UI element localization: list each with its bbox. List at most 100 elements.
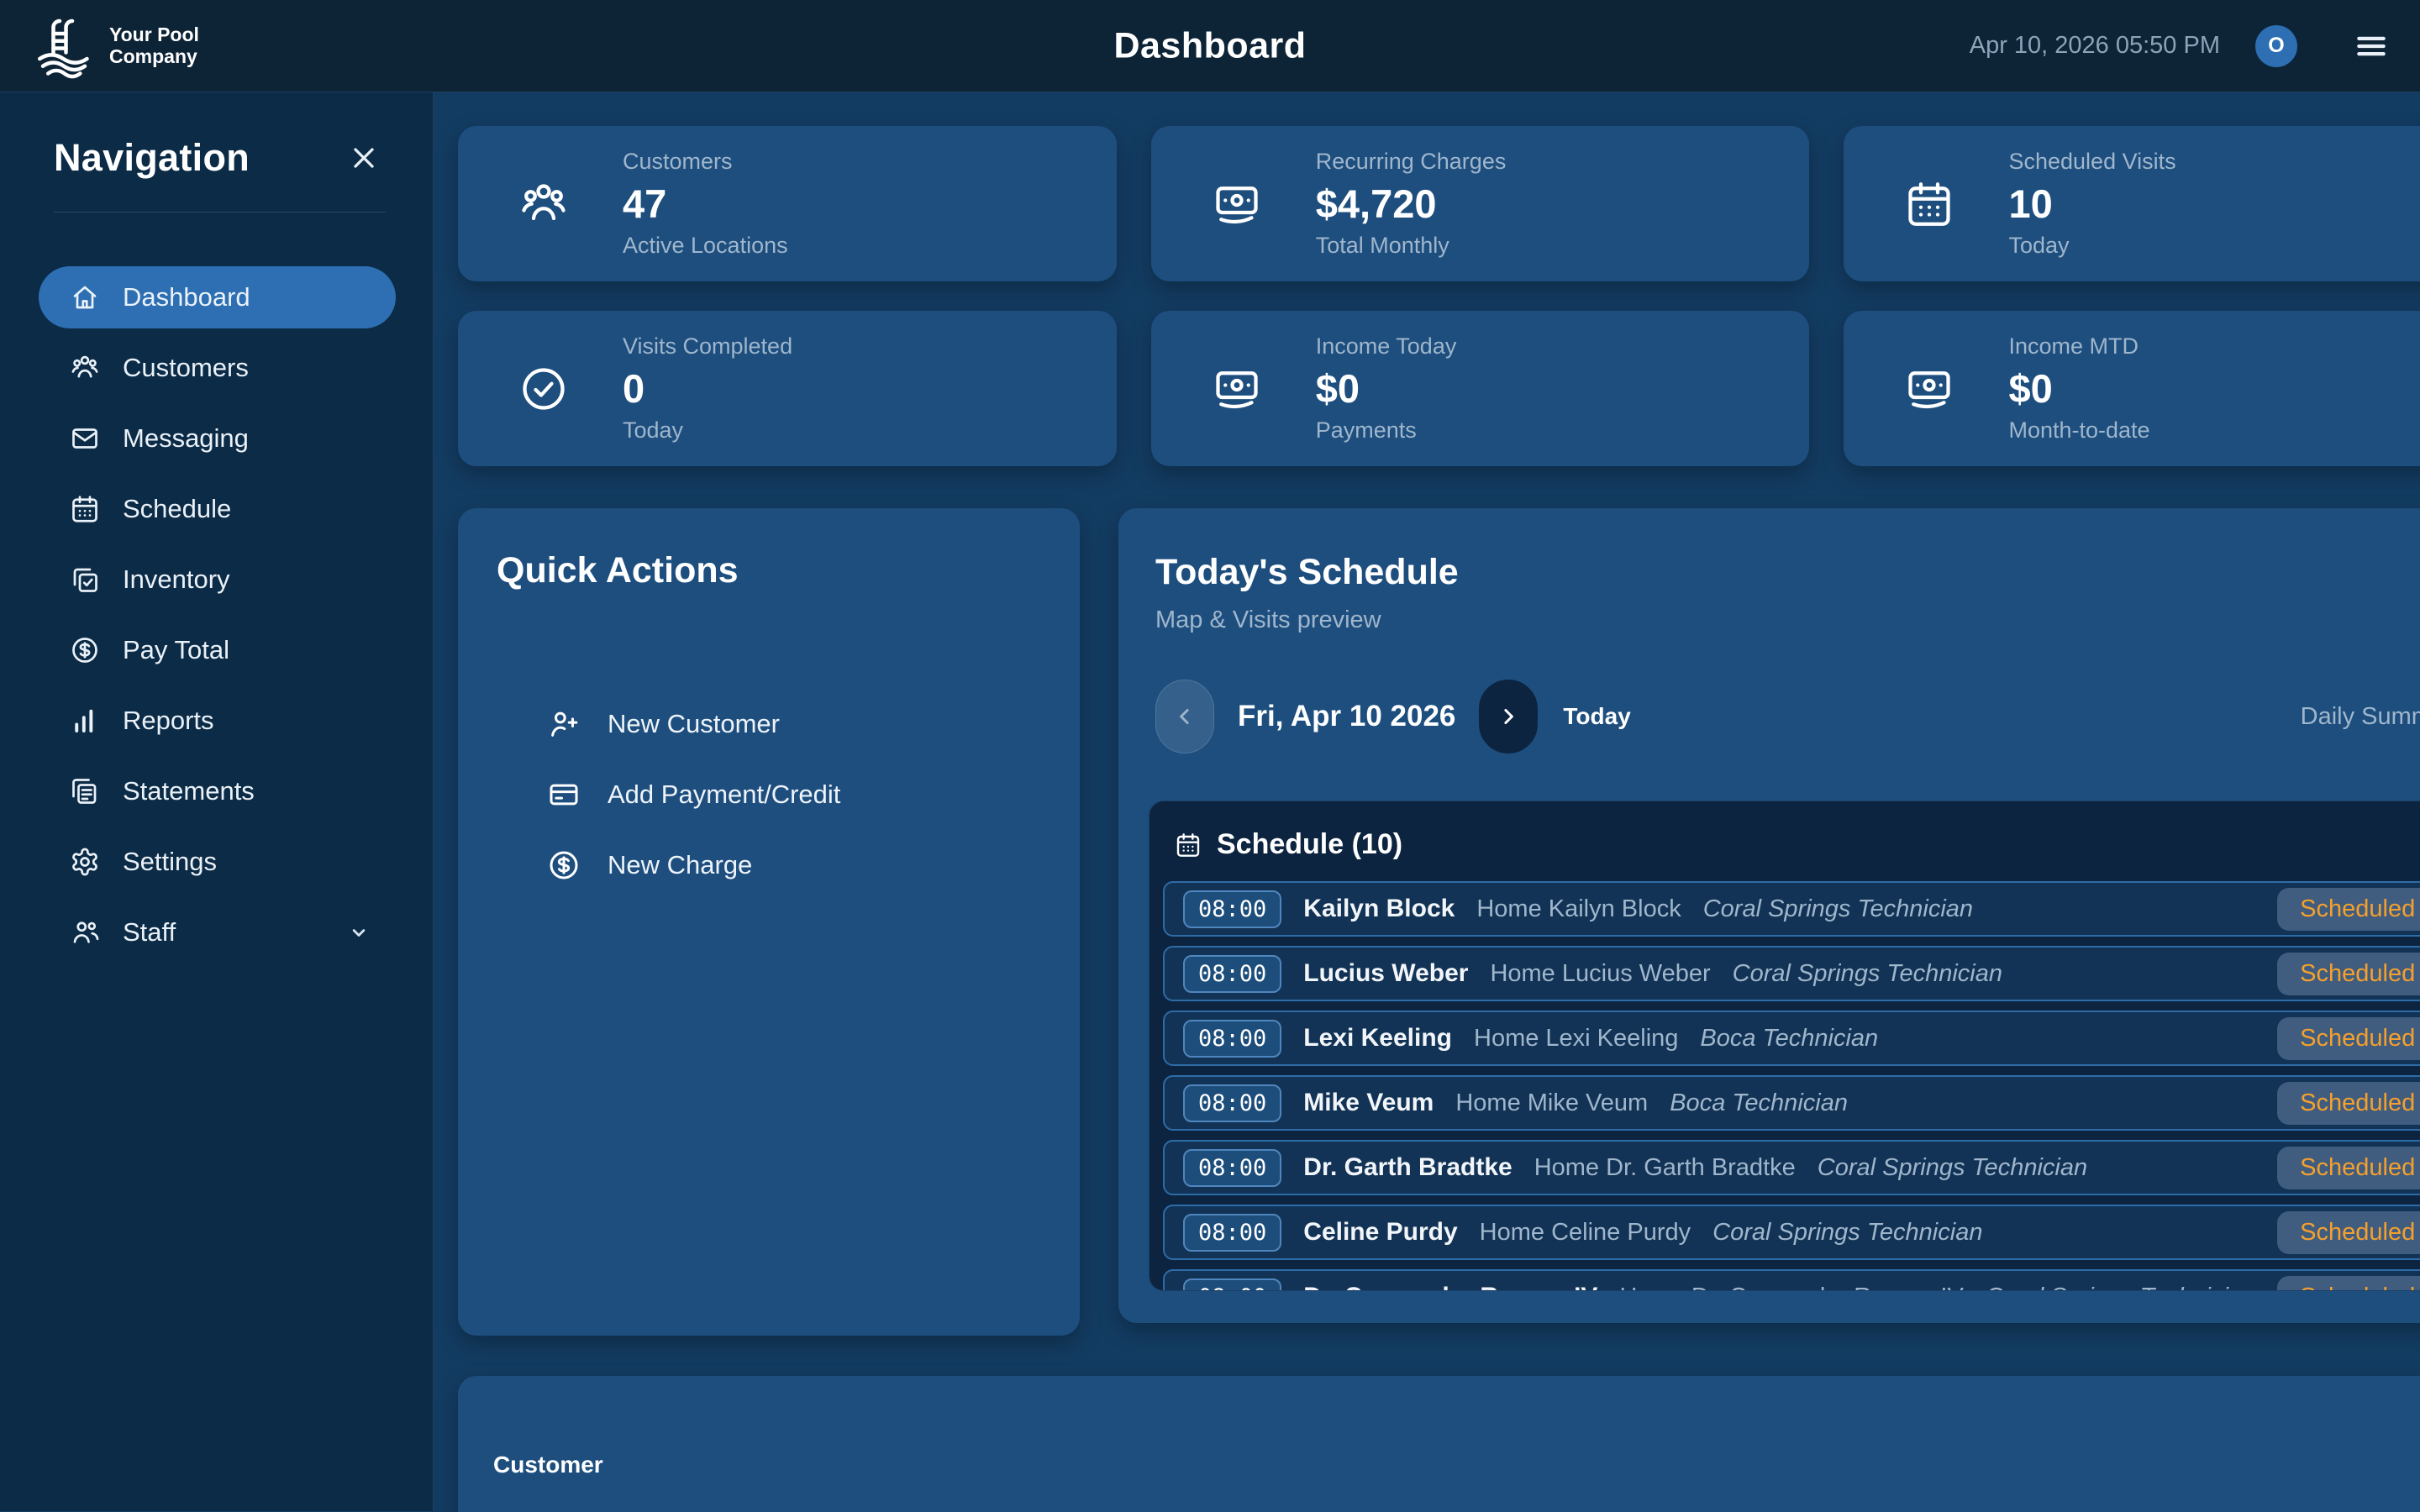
customer-search-panel: Customer [458, 1376, 2420, 1512]
stat-icon [1904, 179, 1954, 229]
visit-row[interactable]: 08:00 Dr. Cassandre Renner IV Home Dr. C… [1163, 1269, 2420, 1291]
brand-name: Your Pool Company [109, 24, 199, 68]
visit-technician: Coral Springs Technician [1703, 895, 1973, 923]
stat-sublabel: Total Monthly [1316, 233, 1507, 259]
stat-label: Recurring Charges [1316, 149, 1507, 175]
visit-location: Home Mike Veum [1455, 1089, 1648, 1117]
stat-card: Scheduled Visits 10 Today [1844, 126, 2420, 281]
visit-row[interactable]: 08:00 Kailyn Block Home Kailyn Block Cor… [1163, 881, 2420, 937]
visit-row[interactable]: 08:00 Dr. Garth Bradtke Home Dr. Garth B… [1163, 1140, 2420, 1195]
visit-customer-name: Dr. Cassandre Renner IV [1303, 1283, 1597, 1291]
quick-action-item[interactable]: Add Payment/Credit [497, 759, 1041, 830]
sidebar-item-icon [70, 353, 100, 383]
pool-ladder-logo-icon [30, 13, 97, 80]
chevron-down-icon [347, 921, 371, 944]
sidebar-item[interactable]: Messaging [39, 407, 396, 470]
sidebar-item-icon [70, 706, 100, 736]
sidebar-item-label: Pay Total [123, 635, 229, 665]
visit-customer-name: Lucius Weber [1303, 959, 1468, 988]
sidebar-item[interactable]: Schedule [39, 478, 396, 540]
stat-sublabel: Active Locations [623, 233, 788, 259]
avatar[interactable]: O [2255, 25, 2297, 67]
sidebar-item-label: Inventory [123, 564, 230, 595]
visit-row[interactable]: 08:00 Mike Veum Home Mike Veum Boca Tech… [1163, 1075, 2420, 1131]
visit-location: Home Dr. Cassandre Renner IV [1619, 1284, 1963, 1292]
today-button[interactable]: Today [1563, 703, 1630, 730]
visit-time-chip: 08:00 [1183, 1214, 1281, 1252]
sidebar-item[interactable]: Customers [39, 337, 396, 399]
sidebar-item[interactable]: Inventory [39, 549, 396, 611]
visit-status-badge: Scheduled [2277, 1017, 2420, 1060]
stat-sublabel: Payments [1316, 417, 1457, 444]
current-date-label: Fri, Apr 10 2026 [1238, 700, 1455, 733]
quick-action-item[interactable]: New Customer [497, 689, 1041, 759]
visit-list: 08:00 Kailyn Block Home Kailyn Block Cor… [1163, 881, 2420, 1291]
stat-icon [1212, 364, 1262, 414]
prev-day-button[interactable] [1155, 680, 1214, 753]
visit-time-chip: 08:00 [1183, 955, 1281, 993]
chevron-left-icon [1172, 704, 1197, 729]
sidebar-item-icon [70, 564, 100, 595]
sidebar-item-icon [70, 776, 100, 806]
sidebar-item[interactable]: Settings [39, 831, 396, 893]
quick-action-item[interactable]: New Charge [497, 830, 1041, 900]
stat-value: 47 [623, 181, 788, 227]
visit-status-badge: Scheduled [2277, 888, 2420, 931]
sidebar-item[interactable]: Dashboard [39, 266, 396, 328]
visit-location: Home Lexi Keeling [1474, 1025, 1678, 1053]
visit-customer-name: Mike Veum [1303, 1089, 1434, 1117]
quick-action-label: Add Payment/Credit [608, 780, 840, 810]
stat-card: Recurring Charges $4,720 Total Monthly [1151, 126, 1810, 281]
quick-action-label: New Charge [608, 850, 752, 880]
visit-status-badge: Scheduled [2277, 1211, 2420, 1254]
sidebar-item[interactable]: Statements [39, 760, 396, 822]
brand-line2: Company [109, 46, 199, 68]
visit-time-chip: 08:00 [1183, 1278, 1281, 1292]
sidebar-item-icon [70, 494, 100, 524]
stat-label: Income MTD [2008, 333, 2149, 360]
visit-customer-name: Dr. Garth Bradtke [1303, 1153, 1512, 1182]
sidebar-divider [54, 212, 386, 213]
visit-customer-name: Celine Purdy [1303, 1218, 1457, 1247]
chevron-right-icon [1496, 704, 1521, 729]
visit-customer-name: Kailyn Block [1303, 895, 1455, 923]
date-navigation: Fri, Apr 10 2026 Today Daily Summary [1149, 680, 2420, 753]
sidebar-item-icon [70, 917, 100, 948]
brand: Your Pool Company [30, 13, 199, 80]
hamburger-menu-icon[interactable] [2353, 28, 2390, 65]
sidebar-item-label: Messaging [123, 423, 249, 454]
visit-technician: Coral Springs Technician [1712, 1219, 1982, 1247]
sidebar-item[interactable]: Pay Total [39, 619, 396, 681]
visit-row[interactable]: 08:00 Lexi Keeling Home Lexi Keeling Boc… [1163, 1011, 2420, 1066]
sidebar-item-icon [70, 635, 100, 665]
schedule-list-header: Schedule (10) [1163, 816, 2420, 881]
visit-row[interactable]: 08:00 Celine Purdy Home Celine Purdy Cor… [1163, 1205, 2420, 1260]
close-icon[interactable] [347, 141, 381, 175]
stat-icon [518, 179, 569, 229]
brand-line1: Your Pool [109, 24, 199, 46]
sidebar-item-label: Statements [123, 776, 255, 806]
stat-value: 10 [2008, 181, 2175, 227]
stat-card: Customers 47 Active Locations [458, 126, 1117, 281]
sidebar-item-label: Customers [123, 353, 249, 383]
schedule-title: Today's Schedule [1155, 552, 2420, 593]
sidebar-item-label: Settings [123, 847, 217, 877]
visit-status-badge: Scheduled [2277, 1082, 2420, 1125]
daily-summary-link[interactable]: Daily Summary [2301, 703, 2420, 731]
next-day-button[interactable] [1479, 680, 1538, 753]
sidebar-item[interactable]: Staff [39, 901, 396, 963]
stat-label: Scheduled Visits [2008, 149, 2175, 175]
visit-location: Home Dr. Garth Bradtke [1534, 1154, 1796, 1182]
visit-location: Home Kailyn Block [1476, 895, 1681, 923]
sidebar-item[interactable]: Reports [39, 690, 396, 752]
visit-technician: Coral Springs Technician [1818, 1154, 2087, 1182]
customer-label: Customer [493, 1452, 2420, 1478]
quick-actions-title: Quick Actions [497, 550, 1041, 591]
visit-time-chip: 08:00 [1183, 1084, 1281, 1122]
visit-row[interactable]: 08:00 Lucius Weber Home Lucius Weber Cor… [1163, 946, 2420, 1001]
schedule-list-title: Schedule (10) [1217, 828, 1402, 861]
header-datetime: Apr 10, 2026 05:50 PM [1970, 32, 2220, 60]
todays-schedule-panel: Today's Schedule Map & Visits preview Fr… [1118, 508, 2420, 1323]
visit-status-badge: Scheduled [2277, 1147, 2420, 1189]
quick-action-icon [547, 848, 581, 882]
